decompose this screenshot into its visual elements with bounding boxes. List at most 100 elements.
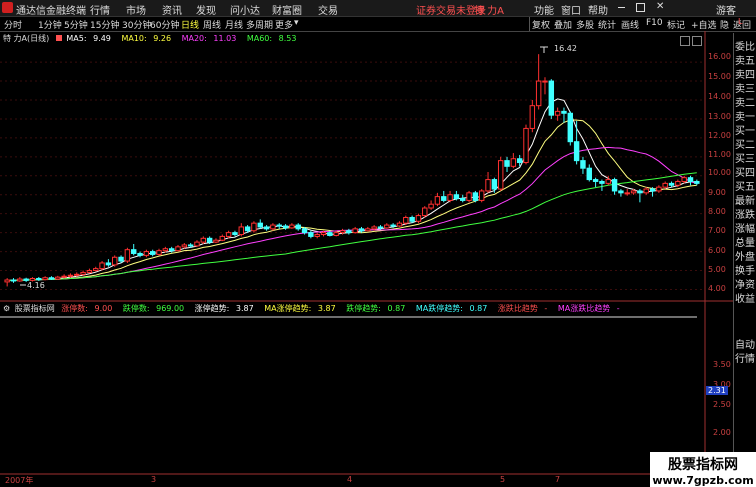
panel-label: 委比	[735, 42, 755, 53]
candle	[263, 225, 270, 231]
candle	[504, 156, 510, 172]
candle	[48, 276, 55, 280]
date-tick: 4	[347, 475, 353, 484]
auto-quote-label[interactable]: 行情	[735, 350, 755, 365]
candle	[55, 275, 61, 280]
candle	[112, 255, 118, 267]
indicator-tick: 2.00	[713, 428, 731, 437]
watermark-title: 股票指标网	[668, 457, 738, 473]
candle	[472, 190, 479, 203]
panel-label: 最新	[735, 196, 755, 207]
candle	[86, 268, 93, 274]
candle	[149, 249, 156, 257]
candle	[453, 190, 460, 201]
indicator-value-badge: 2.31	[706, 386, 728, 395]
indicator-source[interactable]: 股票指标网	[15, 304, 55, 313]
panel-label: 买二	[735, 140, 755, 151]
candle	[137, 251, 143, 258]
candle	[4, 278, 10, 287]
candle	[219, 234, 226, 242]
candle	[491, 177, 498, 193]
price-tick: 7.00	[708, 226, 726, 235]
date-tick: 7	[555, 475, 561, 484]
candle	[156, 248, 162, 256]
auto-quote-label[interactable]: 自动	[735, 336, 755, 351]
ma-limit-down-trend: MA跌停趋势: 0.87	[415, 304, 488, 313]
candle	[143, 249, 150, 258]
candle	[561, 107, 567, 123]
panel-label: 卖四	[735, 70, 755, 81]
price-grid	[0, 61, 705, 290]
candle	[422, 206, 428, 218]
panel-label: 涨幅	[735, 224, 755, 235]
candle	[295, 223, 301, 231]
indicator-bar: ⚙ 股票指标网 涨停数: 9.00 跌停数: 969.00 涨停趋势: 3.87…	[0, 303, 705, 316]
price-tick: 10.00	[708, 168, 731, 177]
low-price-label: 4.16	[27, 281, 45, 290]
candle	[428, 200, 434, 210]
candle	[225, 230, 232, 239]
candle	[93, 266, 99, 272]
candle	[213, 238, 219, 244]
candle	[10, 278, 17, 283]
high-price-label: 16.42	[554, 44, 577, 53]
candle	[415, 213, 422, 224]
candle	[599, 179, 605, 191]
indicator-tick: 2.50	[713, 400, 731, 409]
candle	[542, 77, 548, 95]
candlesticks	[4, 54, 700, 287]
price-tick: 14.00	[708, 92, 731, 101]
candle	[548, 79, 555, 119]
candle	[567, 111, 574, 146]
price-tick: 9.00	[708, 188, 726, 197]
panel-label: 外盘	[735, 252, 755, 263]
candle	[232, 230, 238, 237]
gear-icon[interactable]: ⚙	[3, 304, 10, 313]
price-tick: 6.00	[708, 246, 726, 255]
limit-up-count: 涨停数: 9.00	[61, 304, 113, 313]
date-tick: 5	[500, 475, 506, 484]
low-annotation: 4.16	[20, 281, 45, 290]
candle	[396, 221, 403, 227]
date-tick: 3	[151, 475, 157, 484]
panel-tab-l[interactable]: L	[738, 17, 742, 26]
ma5-line	[7, 98, 697, 282]
panel-label: 卖三	[735, 84, 755, 95]
panel-label: 卖五	[735, 56, 755, 67]
candle	[637, 189, 643, 203]
price-tick: 4.00	[708, 284, 726, 293]
candle	[365, 226, 371, 232]
candle	[573, 120, 580, 165]
candle	[17, 277, 23, 282]
candle	[289, 223, 295, 229]
candle	[656, 185, 662, 193]
panel-label: 买一	[735, 126, 755, 137]
candle	[592, 177, 599, 188]
price-tick: 11.00	[708, 150, 731, 159]
candle	[643, 187, 649, 195]
ma-up-down-ratio-trend: MA涨跌比趋势 -	[557, 304, 620, 313]
price-tick: 8.00	[708, 207, 726, 216]
candle	[251, 221, 257, 233]
panel-label: 买三	[735, 154, 755, 165]
panel-label: 收益	[735, 294, 755, 305]
candle	[441, 190, 447, 203]
candle	[618, 189, 624, 197]
candle	[238, 223, 244, 237]
panel-label: 买五	[735, 182, 755, 193]
price-tick: 13.00	[708, 112, 731, 121]
candle	[175, 244, 181, 252]
price-axis: 16.00 15.00 14.00 13.00 12.00 11.00 10.0…	[705, 0, 733, 300]
quote-side-panel: L 委比 卖五 卖四 卖三 卖二 卖一 买一 买二 买三 买四 买五 最新 涨跌…	[733, 17, 756, 487]
candle	[485, 172, 491, 193]
candle	[99, 261, 105, 271]
candle	[130, 244, 137, 256]
candle	[308, 230, 314, 239]
candle	[529, 100, 536, 133]
date-tick: 2007年	[5, 476, 34, 485]
candle	[42, 276, 48, 281]
candle	[200, 236, 207, 244]
candle	[257, 219, 263, 229]
candle	[694, 179, 700, 186]
panel-label: 换手	[735, 266, 755, 277]
